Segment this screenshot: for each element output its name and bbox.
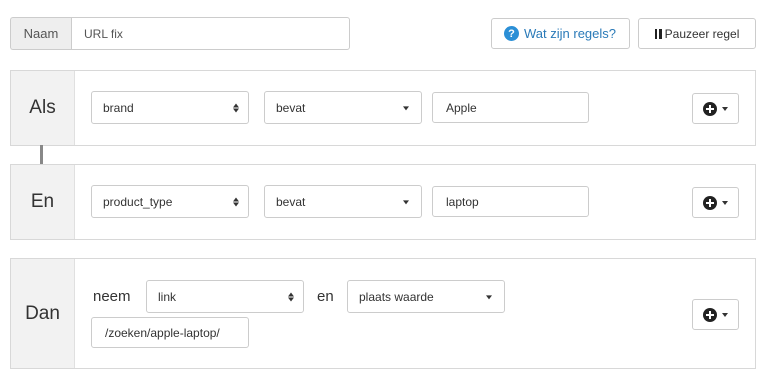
action-label: Dan bbox=[11, 259, 75, 368]
value-input[interactable]: Apple bbox=[432, 92, 589, 123]
value-input[interactable]: laptop bbox=[432, 186, 589, 217]
chevron-down-icon bbox=[403, 199, 409, 204]
chevron-down-icon bbox=[403, 105, 409, 110]
help-button[interactable]: ? Wat zijn regels? bbox=[491, 18, 630, 49]
operator-select[interactable]: bevat bbox=[264, 185, 422, 218]
add-button[interactable] bbox=[692, 93, 739, 124]
action-operation-select[interactable]: plaats waarde bbox=[347, 280, 505, 313]
plus-circle-icon bbox=[703, 195, 717, 210]
action-verb: neem bbox=[93, 288, 131, 305]
field-select-value: product_type bbox=[103, 194, 173, 209]
action-field-select-value: link bbox=[158, 289, 177, 304]
help-button-label: Wat zijn regels? bbox=[524, 26, 616, 41]
action-block-dan: Dan neem link en plaats waarde /zoeken/a… bbox=[10, 258, 756, 369]
caret-down-icon bbox=[722, 312, 728, 317]
caret-down-icon bbox=[722, 200, 728, 205]
rule-header: Naam URL fix ? Wat zijn regels? Pauzeer … bbox=[10, 17, 758, 53]
plus-circle-icon bbox=[703, 307, 717, 322]
condition-label: Als bbox=[11, 71, 75, 145]
field-select-value: brand bbox=[103, 100, 134, 115]
operator-select-value: bevat bbox=[276, 100, 306, 115]
connector-line bbox=[40, 145, 43, 164]
action-connector: en bbox=[317, 288, 334, 305]
action-operation-select-value: plaats waarde bbox=[359, 289, 434, 304]
updown-caret-icon bbox=[233, 197, 239, 206]
name-label: Naam bbox=[10, 17, 71, 50]
action-value-input[interactable]: /zoeken/apple-laptop/ bbox=[91, 317, 249, 348]
plus-circle-icon bbox=[703, 101, 717, 116]
operator-select[interactable]: bevat bbox=[264, 91, 422, 124]
rule-name-input[interactable]: URL fix bbox=[71, 17, 350, 50]
pause-rule-button[interactable]: Pauzeer regel bbox=[638, 18, 756, 49]
add-button[interactable] bbox=[692, 187, 739, 218]
caret-down-icon bbox=[722, 106, 728, 111]
chevron-down-icon bbox=[486, 294, 492, 299]
action-field-select[interactable]: link bbox=[146, 280, 304, 313]
pause-button-label: Pauzeer regel bbox=[664, 26, 740, 41]
updown-caret-icon bbox=[288, 292, 294, 301]
updown-caret-icon bbox=[233, 103, 239, 112]
condition-block-als: Als brand bevat Apple bbox=[10, 70, 756, 146]
condition-label: En bbox=[11, 165, 75, 239]
field-select[interactable]: brand bbox=[91, 91, 249, 124]
pause-icon bbox=[654, 28, 662, 39]
add-button[interactable] bbox=[692, 299, 739, 330]
question-circle-icon: ? bbox=[504, 26, 519, 41]
field-select[interactable]: product_type bbox=[91, 185, 249, 218]
condition-block-en: En product_type bevat laptop bbox=[10, 164, 756, 240]
operator-select-value: bevat bbox=[276, 194, 306, 209]
